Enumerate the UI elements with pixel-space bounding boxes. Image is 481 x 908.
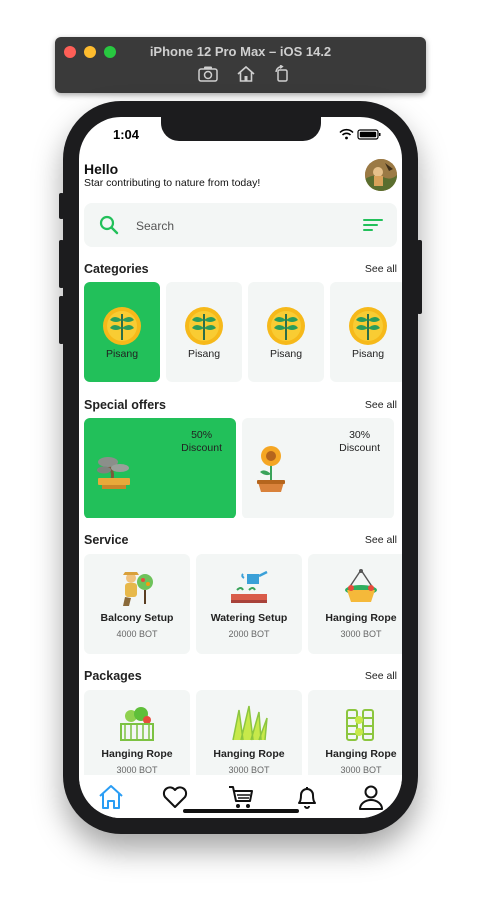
heart-icon[interactable] xyxy=(161,783,189,811)
package-name: Hanging Rope xyxy=(101,748,173,760)
filter-icon[interactable] xyxy=(363,218,383,232)
home-indicator xyxy=(183,809,299,813)
mute-switch xyxy=(59,193,64,219)
package-name: Hanging Rope xyxy=(213,748,285,760)
greeting-title: Hello xyxy=(84,161,119,177)
service-name: Hanging Rope xyxy=(325,612,397,624)
power-button xyxy=(417,240,422,314)
service-price: 2000 BOT xyxy=(228,629,270,639)
package-card[interactable]: Hanging Rope 3000 BOT xyxy=(84,690,190,775)
plant-icon xyxy=(185,307,223,345)
packages-title: Packages xyxy=(84,669,142,683)
cart-icon[interactable] xyxy=(227,783,255,811)
hanging-basket-icon xyxy=(345,569,377,602)
plant-rows-icon xyxy=(346,709,374,741)
service-card[interactable]: Watering Setup 2000 BOT xyxy=(196,554,302,654)
service-price: 3000 BOT xyxy=(340,629,382,639)
home-icon[interactable] xyxy=(97,783,125,811)
status-icons xyxy=(339,128,381,140)
avatar[interactable] xyxy=(365,159,397,191)
offer-percent: 30% xyxy=(349,429,371,441)
categories-title: Categories xyxy=(84,262,149,276)
search-bar[interactable] xyxy=(84,203,397,247)
gardener-icon xyxy=(123,572,153,606)
plant-icon xyxy=(267,307,305,345)
volume-up-button xyxy=(59,240,64,288)
package-card[interactable]: Hanging Rope 3000 BOT xyxy=(196,690,302,775)
bonsai-icon xyxy=(97,457,130,489)
offer-card[interactable]: 30% Discount xyxy=(242,418,394,518)
offer-percent: 50% xyxy=(191,429,213,441)
bell-icon[interactable] xyxy=(293,783,321,811)
battery-icon xyxy=(357,129,381,140)
rotate-icon[interactable] xyxy=(273,65,291,83)
package-price: 3000 BOT xyxy=(340,765,382,775)
greeting-subtitle: Star contributing to nature from today! xyxy=(84,177,261,189)
search-icon xyxy=(99,215,119,235)
notch xyxy=(161,117,321,141)
app-screen: 1:04 Hello Star contributing to nature f… xyxy=(79,117,402,818)
category-item[interactable]: Pisang xyxy=(166,282,242,382)
offer-percent-block: 50% Discount xyxy=(181,429,222,455)
offer-discount-label: Discount xyxy=(181,442,222,454)
category-label: Pisang xyxy=(105,348,139,360)
category-item[interactable]: Pisang xyxy=(248,282,324,382)
service-name: Balcony Setup xyxy=(100,612,174,624)
simulator-toolbar: iPhone 12 Pro Max – iOS 14.2 xyxy=(55,37,426,93)
plant-icon xyxy=(349,307,387,345)
sunflower-pot-icon xyxy=(257,446,285,492)
categories-list: Pisang Pisang Pisang Pisang xyxy=(84,282,402,382)
category-item[interactable]: Pisang xyxy=(330,282,402,382)
status-time: 1:04 xyxy=(113,127,140,142)
offers-title: Special offers xyxy=(84,398,166,412)
packages-see-all-link[interactable]: See all xyxy=(365,670,397,682)
service-see-all-link[interactable]: See all xyxy=(365,534,397,546)
wifi-icon xyxy=(339,128,354,140)
grass-icon xyxy=(232,705,268,741)
service-card[interactable]: Hanging Rope 3000 BOT xyxy=(308,554,402,654)
search-input[interactable] xyxy=(134,215,338,237)
watering-can-icon xyxy=(231,570,268,603)
offer-discount-label: Discount xyxy=(339,442,380,454)
simulator-title: iPhone 12 Pro Max – iOS 14.2 xyxy=(149,44,332,59)
service-price: 4000 BOT xyxy=(116,629,158,639)
category-label: Pisang xyxy=(351,348,385,360)
offer-card[interactable]: 50% Discount xyxy=(84,418,236,518)
package-name: Hanging Rope xyxy=(325,748,397,760)
categories-see-all-link[interactable]: See all xyxy=(365,263,397,275)
service-card[interactable]: Balcony Setup 4000 BOT xyxy=(84,554,190,654)
user-icon[interactable] xyxy=(357,783,385,811)
package-price: 3000 BOT xyxy=(116,765,158,775)
packages-list: Hanging Rope 3000 BOT Hanging Rope 3000 … xyxy=(84,690,402,775)
volume-down-button xyxy=(59,296,64,344)
planter-box-icon xyxy=(120,707,154,741)
service-list: Balcony Setup 4000 BOT Watering Setup 20… xyxy=(84,554,402,654)
category-item[interactable]: Pisang xyxy=(84,282,160,382)
package-card[interactable]: Hanging Rope 3000 BOT xyxy=(308,690,402,775)
offer-percent-block: 30% Discount xyxy=(339,429,380,455)
home-button-icon[interactable] xyxy=(236,65,256,83)
offers-list: 50% Discount 30% Discount xyxy=(84,418,402,518)
category-label: Pisang xyxy=(187,348,221,360)
offers-see-all-link[interactable]: See all xyxy=(365,399,397,411)
service-name: Watering Setup xyxy=(210,612,288,624)
plant-icon xyxy=(103,307,141,345)
package-price: 3000 BOT xyxy=(228,765,270,775)
category-label: Pisang xyxy=(269,348,303,360)
service-title: Service xyxy=(84,533,129,547)
screenshot-icon[interactable] xyxy=(197,65,219,83)
